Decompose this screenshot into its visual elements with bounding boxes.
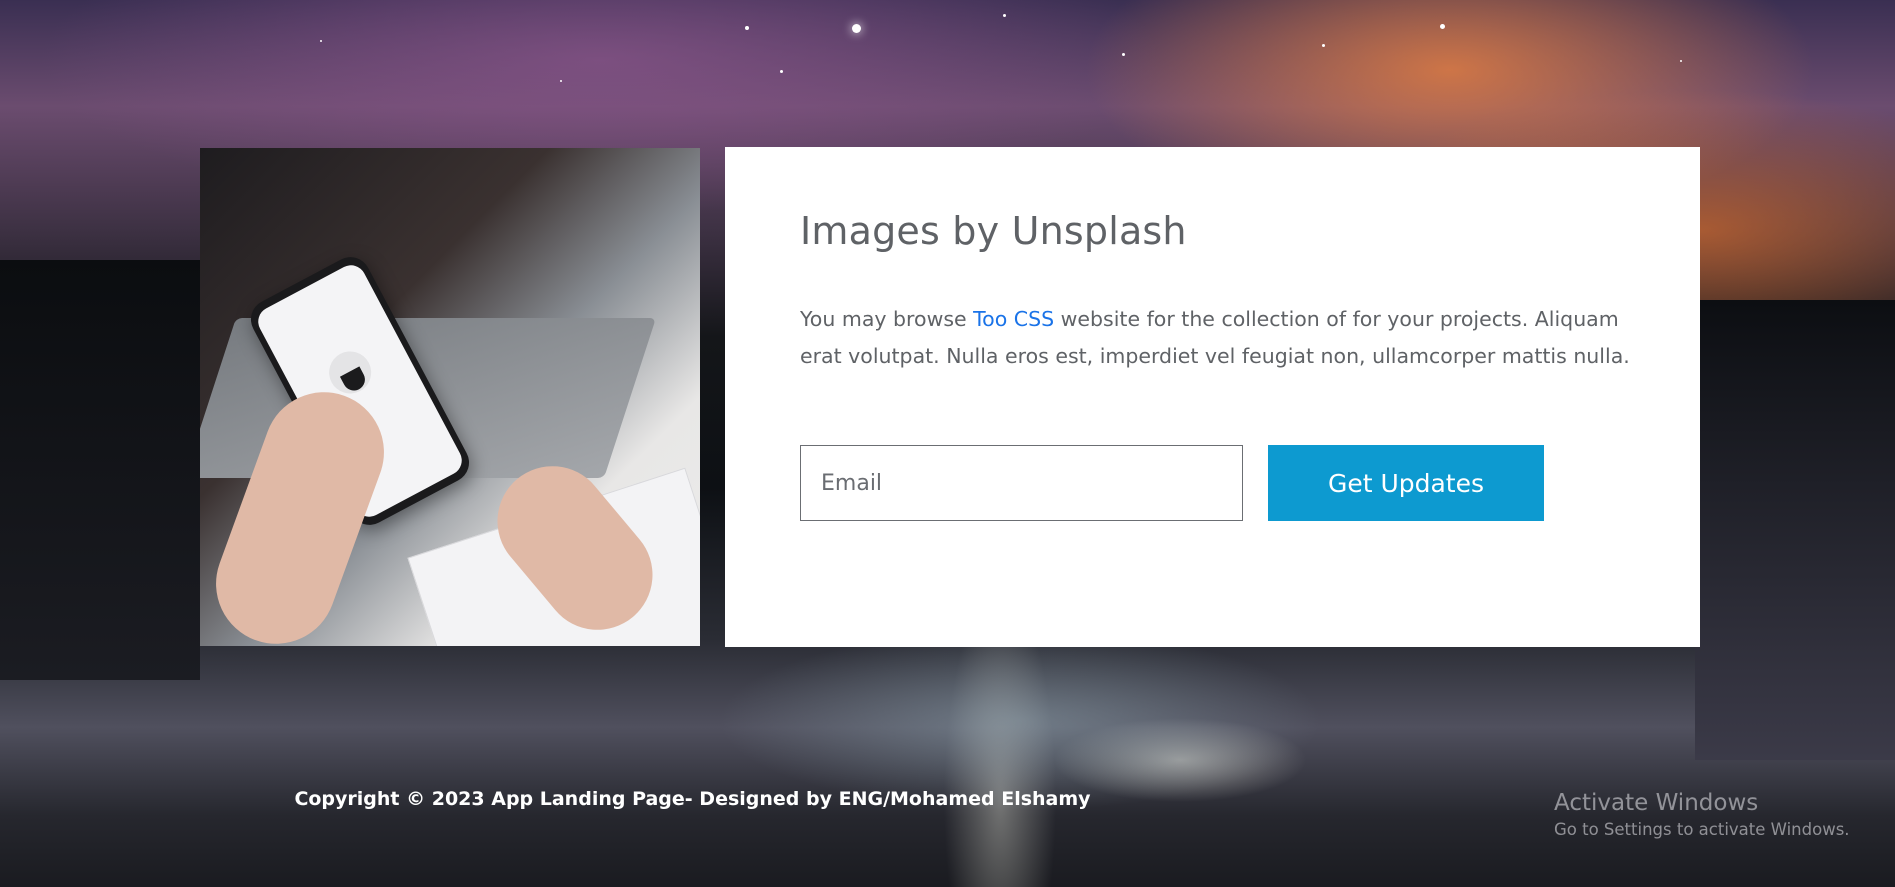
background-river: [620, 640, 1440, 887]
phone-laptop-photo: [200, 148, 700, 646]
activate-windows-title: Activate Windows: [1554, 790, 1759, 816]
get-updates-button[interactable]: Get Updates: [1268, 445, 1544, 521]
card-text-before-link: You may browse: [800, 307, 974, 331]
email-input[interactable]: [800, 445, 1243, 521]
activate-windows-subtitle: Go to Settings to activate Windows.: [1554, 820, 1850, 839]
background-mountain-left: [0, 260, 200, 680]
newsletter-card: Images by Unsplash You may browse Too CS…: [725, 147, 1700, 647]
subscribe-form: Get Updates: [800, 445, 1625, 521]
activate-windows-watermark: Activate Windows Go to Settings to activ…: [1554, 790, 1850, 839]
background-mountain-right: [1695, 300, 1895, 760]
too-css-link[interactable]: Too CSS: [973, 307, 1054, 331]
card-description: You may browse Too CSS website for the c…: [800, 301, 1630, 375]
card-title: Images by Unsplash: [800, 209, 1187, 253]
